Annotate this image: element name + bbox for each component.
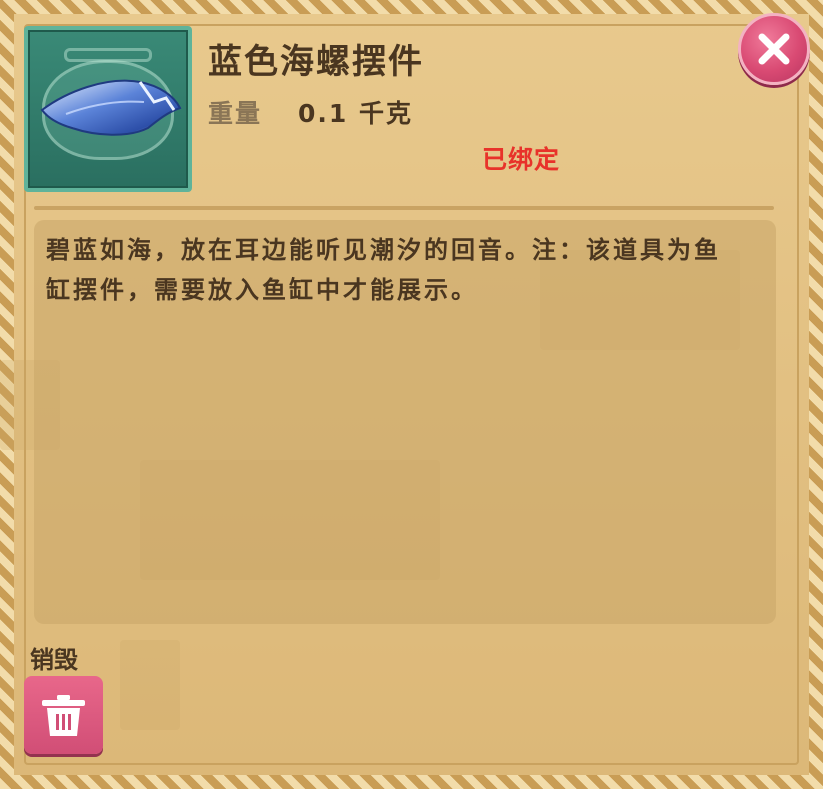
item-title: 蓝色海螺摆件 — [208, 42, 424, 82]
item-description: 碧蓝如海，放在耳边能听见潮汐的回音。注：该道具为鱼缸摆件，需要放入鱼缸中才能展示… — [46, 236, 721, 304]
conch-shell-icon — [40, 79, 182, 136]
item-icon-frame — [24, 26, 192, 192]
weight-label: 重量 — [208, 99, 263, 128]
destroy-button[interactable] — [24, 676, 103, 754]
header-divider — [34, 206, 774, 210]
close-icon — [758, 33, 790, 65]
destroy-label: 销毁 — [30, 646, 78, 674]
weight-value: 0.1 千克 — [298, 99, 413, 128]
background-decoration — [120, 640, 180, 730]
bound-status-badge: 已绑定 — [482, 145, 561, 174]
close-button[interactable] — [738, 13, 810, 85]
trash-bin-icon — [42, 695, 85, 736]
